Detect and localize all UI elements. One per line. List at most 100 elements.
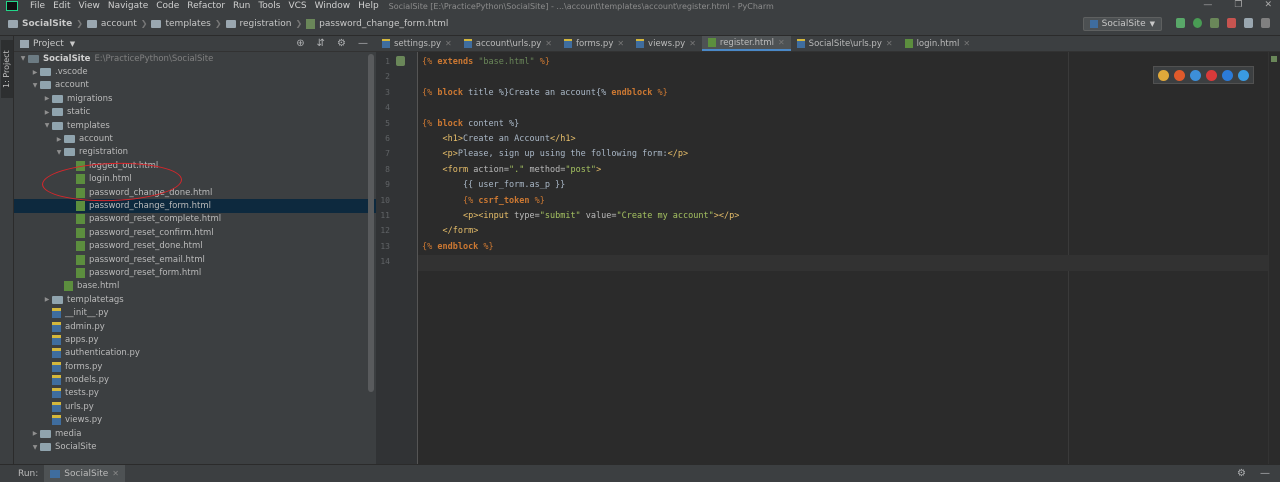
code-line[interactable]: {% csrf_token %} [422, 196, 545, 206]
debug-icon[interactable] [1193, 18, 1202, 28]
editor-tab[interactable]: login.html ✕ [899, 36, 976, 51]
tree-item[interactable]: apps.py [14, 333, 376, 346]
code-line[interactable]: </form> [422, 226, 478, 236]
menu-vcs[interactable]: VCS [284, 1, 310, 11]
expand-arrow-icon[interactable]: ▼ [30, 82, 40, 89]
structure-icon[interactable] [1244, 18, 1253, 28]
editor-tab[interactable]: account\urls.py ✕ [458, 36, 558, 51]
expand-arrow-icon[interactable]: ▶ [54, 136, 64, 143]
menu-edit[interactable]: Edit [49, 1, 74, 11]
close-icon[interactable]: ✕ [1264, 0, 1272, 10]
project-tool-tab[interactable]: 1: Project [1, 40, 13, 98]
tree-item[interactable]: ▶ static [14, 106, 376, 119]
menu-run[interactable]: Run [229, 1, 254, 11]
code-area[interactable]: {% extends "base.html" %} {% block title … [418, 52, 1280, 464]
code-line[interactable]: <h1>Create an Account</h1> [422, 134, 575, 144]
editor-tab[interactable]: forms.py ✕ [558, 36, 630, 51]
browser-icon[interactable] [1206, 69, 1217, 81]
expand-arrow-icon[interactable]: ▶ [30, 69, 40, 76]
tree-item[interactable]: __init__.py [14, 306, 376, 319]
browser-icon[interactable] [1158, 69, 1169, 81]
menu-navigate[interactable]: Navigate [104, 1, 152, 11]
code-line[interactable]: {% endblock %} [422, 242, 494, 252]
expand-arrow-icon[interactable]: ▶ [42, 109, 52, 116]
tree-item[interactable]: urls.py [14, 400, 376, 413]
code-line[interactable]: <p>Please, sign up using the following f… [422, 149, 688, 159]
expand-arrow-icon[interactable]: ▼ [42, 122, 52, 129]
tree-item[interactable]: password_reset_complete.html [14, 213, 376, 226]
search-icon[interactable] [1261, 18, 1270, 28]
breadcrumb-item[interactable]: SocialSite [4, 19, 76, 29]
browser-icon[interactable] [1190, 69, 1201, 81]
menu-window[interactable]: Window [311, 1, 355, 11]
menu-file[interactable]: File [26, 1, 49, 11]
gear-icon[interactable]: ⚙ [337, 38, 346, 49]
menu-view[interactable]: View [75, 1, 104, 11]
run-icon[interactable] [1176, 18, 1185, 28]
tree-item[interactable]: ▶ templatetags [14, 293, 376, 306]
editor-tab[interactable]: SocialSite\urls.py ✕ [791, 36, 899, 51]
browser-icon[interactable] [1222, 69, 1233, 81]
tree-item[interactable]: base.html [14, 280, 376, 293]
breadcrumb-item[interactable]: registration [222, 19, 296, 29]
tree-item[interactable]: ▼ account [14, 79, 376, 92]
menu-tools[interactable]: Tools [254, 1, 284, 11]
tree-item[interactable]: password_reset_email.html [14, 253, 376, 266]
close-tab-icon[interactable]: ✕ [886, 39, 893, 48]
tree-item[interactable]: ▶ media [14, 427, 376, 440]
collapse-all-icon[interactable]: ⇵ [317, 38, 325, 49]
locate-icon[interactable]: ⊕ [296, 38, 304, 49]
tree-item[interactable]: password_reset_confirm.html [14, 226, 376, 239]
close-icon[interactable]: ✕ [112, 469, 119, 478]
editor-tab[interactable]: settings.py ✕ [376, 36, 458, 51]
run-configuration-select[interactable]: SocialSite ▼ [1082, 17, 1162, 31]
coverage-icon[interactable] [1210, 18, 1219, 28]
code-line[interactable]: {% block content %} [422, 119, 519, 129]
expand-arrow-icon[interactable]: ▶ [30, 430, 40, 437]
project-view-select[interactable]: Project [33, 39, 64, 49]
breadcrumb-file[interactable]: password_change_form.html [302, 18, 452, 29]
expand-arrow-icon[interactable]: ▶ [42, 296, 52, 303]
tree-item[interactable]: ▶ .vscode [14, 65, 376, 78]
chevron-down-icon[interactable]: ▼ [70, 40, 75, 48]
browser-icon[interactable] [1238, 69, 1249, 81]
browser-icon[interactable] [1174, 69, 1185, 81]
tree-item[interactable]: password_reset_done.html [14, 239, 376, 252]
close-tab-icon[interactable]: ✕ [545, 39, 552, 48]
breadcrumb-item[interactable]: account [83, 19, 141, 29]
breadcrumb-item[interactable]: templates [147, 19, 214, 29]
gear-icon[interactable]: ⚙ [1237, 468, 1246, 479]
close-tab-icon[interactable]: ✕ [963, 39, 970, 48]
menu-help[interactable]: Help [354, 1, 383, 11]
tree-item[interactable]: views.py [14, 414, 376, 427]
hide-icon[interactable]: — [358, 38, 368, 49]
tree-item[interactable]: authentication.py [14, 347, 376, 360]
tree-item[interactable]: password_change_form.html [14, 199, 376, 213]
code-line[interactable]: <form action="." method="post"> [422, 165, 601, 175]
tree-item[interactable]: ▼ templates [14, 119, 376, 132]
tree-item[interactable]: ▼ SocialSite [14, 440, 376, 453]
expand-arrow-icon[interactable]: ▼ [30, 444, 40, 451]
hide-icon[interactable]: — [1260, 468, 1270, 479]
tree-item[interactable]: ▼ registration [14, 146, 376, 159]
code-line[interactable]: <p><input type="submit" value="Create my… [422, 211, 739, 221]
tree-item[interactable]: models.py [14, 373, 376, 386]
project-scrollbar[interactable] [368, 54, 374, 392]
expand-arrow-icon[interactable]: ▶ [42, 95, 52, 102]
run-tab-socialsite[interactable]: SocialSite ✕ [44, 464, 125, 482]
close-tab-icon[interactable]: ✕ [689, 39, 696, 48]
tree-item[interactable]: forms.py [14, 360, 376, 373]
code-line[interactable]: {% extends "base.html" %} [422, 57, 550, 67]
stop-icon[interactable] [1227, 18, 1236, 28]
template-indicator-icon[interactable] [396, 56, 405, 66]
close-tab-icon[interactable]: ✕ [617, 39, 624, 48]
tree-item[interactable]: admin.py [14, 320, 376, 333]
close-tab-icon[interactable]: ✕ [778, 38, 785, 47]
expand-arrow-icon[interactable]: ▼ [18, 55, 28, 62]
code-line[interactable]: {{ user_form.as_p }} [422, 180, 565, 190]
tree-root[interactable]: ▼ SocialSite E:\PracticePython\SocialSit… [14, 52, 376, 65]
editor-tab[interactable]: views.py ✕ [630, 36, 702, 51]
menu-refactor[interactable]: Refactor [183, 1, 229, 11]
editor-tab[interactable]: register.html ✕ [701, 36, 791, 51]
restore-icon[interactable]: ❐ [1234, 0, 1242, 10]
